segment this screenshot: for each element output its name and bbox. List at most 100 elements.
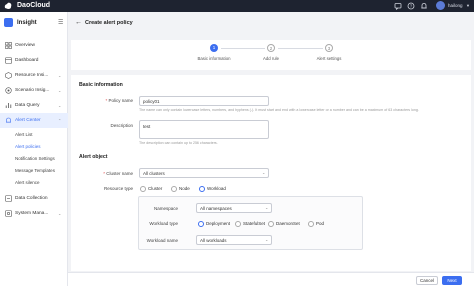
cluster-select[interactable]: All clusters [139,168,269,178]
page-header: ← Create alert policy [68,12,474,34]
sidebar-item-label: Data Collection [15,196,48,201]
svg-text:?: ? [410,4,413,9]
app-title: Insight [17,20,37,26]
help-icon[interactable]: ? [407,2,415,10]
workload-type-daemonset-radio[interactable] [268,221,274,227]
chevron-down-icon: ⌄ [58,88,62,93]
policy-name-label-text: Policy name [108,98,133,103]
dashboard-icon [5,57,12,64]
sidebar-item-system-management[interactable]: System Mana... ⌄ [0,206,68,221]
workload-type-statefulset-label[interactable]: StatefulSet [243,221,265,227]
sidebar-item-overview[interactable]: Overview [0,38,68,53]
cancel-button[interactable]: Cancel [416,276,438,285]
workload-name-select-value: All workloads [200,238,227,243]
page-title: Create alert policy [85,20,133,26]
chevron-down-icon[interactable]: ▼ [466,2,470,10]
sidebar-item-data-collection[interactable]: Data Collection [0,191,68,206]
grid-icon [5,42,12,49]
cluster-select-value: All clusters [143,171,165,176]
bell-icon [6,117,11,123]
notification-bell-icon[interactable] [420,2,428,10]
sidebar-item-label: System Mana... [15,211,49,216]
collection-icon [5,195,12,202]
collapse-sidebar-icon[interactable]: ☰ [58,19,63,27]
workload-type-daemonset-label[interactable]: DaemonSet [276,221,300,227]
step-3-indicator: 3 [325,44,333,52]
workload-type-statefulset-radio[interactable] [235,221,241,227]
step-3-label: Alert settings [316,56,342,61]
workload-type-pod-label[interactable]: Pod [316,221,324,227]
next-button[interactable]: Next [442,276,462,285]
workload-type-label: Workload type [149,221,178,226]
sidebar-header: Insight ☰ [2,15,66,31]
form-footer: Cancel Next [68,272,474,286]
sidebar-item-label: Alert Center [15,118,41,123]
sidebar-subitem-label: Alert List [15,132,33,137]
resource-type-node-label[interactable]: Node [179,186,190,192]
step-connector [278,47,323,49]
user-avatar[interactable] [436,1,445,10]
sidebar-subitem-label: Alert policies [15,144,41,149]
policy-name-input[interactable]: policy01 [139,96,269,106]
chevron-up-icon: ⌃ [58,118,62,123]
sidebar-subitem-alert-list[interactable]: Alert List [0,129,68,141]
resource-type-node-radio[interactable] [171,186,177,192]
sidebar-subitem-label: Message Templates [15,168,55,173]
sidebar-item-label: Dashboard [15,58,39,63]
basic-information-heading: Basic information [79,82,123,88]
sidebar-subitem-notification-settings[interactable]: Notification Settings [0,153,68,165]
user-name[interactable]: hailong [448,2,463,10]
step-connector [221,47,265,49]
chevron-down-icon: ⌄ [58,103,62,108]
policy-name-help: The name can only contain lowercase lett… [139,108,419,112]
sidebar-subitem-alert-policies[interactable]: Alert policies [0,141,68,153]
chevron-down-icon[interactable]: ⌄ [265,205,268,211]
insight-logo-icon [4,18,13,27]
sidebar-item-scenario-insight[interactable]: Scenario Insig... ⌄ [0,83,68,98]
description-textarea[interactable]: test [139,120,269,139]
cluster-name-label: * Cluster name [73,171,133,177]
sidebar-item-label: Data Query [15,103,40,108]
sidebar-subitem-alert-silence[interactable]: Alert silence [0,177,68,189]
resource-type-workload-label[interactable]: Workload [207,186,226,192]
sidebar-subitem-label: Notification Settings [15,156,55,161]
workload-type-deployment-radio[interactable] [198,221,204,227]
sidebar-item-label: Resource Insi... [15,73,49,78]
sidebar: Insight ☰ Overview Dashboard Resource In… [0,12,68,286]
sidebar-subitem-label: Alert silence [15,180,40,185]
sidebar-item-dashboard[interactable]: Dashboard [0,53,68,68]
sidebar-subitem-message-templates[interactable]: Message Templates [0,165,68,177]
workload-type-pod-radio[interactable] [308,221,314,227]
scenario-icon [5,87,12,94]
workload-name-select[interactable]: All workloads [196,235,272,245]
sidebar-item-label: Scenario Insig... [15,88,50,93]
daocloud-logo-icon [4,2,12,9]
wizard-steps: 1 2 3 Basic information Add rule Alert s… [71,40,471,70]
cluster-name-label-text: Cluster name [106,171,133,176]
back-arrow-icon[interactable]: ← [75,18,82,27]
step-2-indicator: 2 [267,44,275,52]
namespace-label: Namespace [153,206,178,211]
sidebar-item-data-query[interactable]: Data Query ⌄ [0,98,68,113]
resource-type-cluster-label[interactable]: Cluster [148,186,162,192]
resource-type-cluster-radio[interactable] [140,186,146,192]
alert-object-heading: Alert object [79,154,108,160]
chevron-down-icon[interactable]: ⌄ [265,237,268,243]
policy-name-label: * Policy name [73,98,133,104]
chevron-down-icon[interactable]: ⌄ [262,170,265,176]
chart-icon [5,103,12,108]
description-help: The description can contain up to 256 ch… [139,141,218,145]
top-bar: DaoCloud ? hailong ▼ [0,0,474,12]
workload-type-deployment-label[interactable]: Deployment [206,221,230,227]
brand-name: DaoCloud [17,2,51,9]
step-1-indicator: 1 [210,44,218,52]
resource-type-label: Resource type [103,186,133,191]
namespace-select-value: All namespaces [200,206,232,211]
step-1-label: Basic information [197,56,231,61]
sidebar-item-alert-center[interactable]: Alert Center ⌃ [0,113,68,128]
workload-name-label: Workload name [146,238,178,243]
message-icon[interactable] [394,2,402,10]
sidebar-item-resource-insight[interactable]: Resource Insi... ⌄ [0,68,68,83]
namespace-select[interactable]: All namespaces [196,203,272,213]
resource-type-workload-radio[interactable] [199,186,205,192]
